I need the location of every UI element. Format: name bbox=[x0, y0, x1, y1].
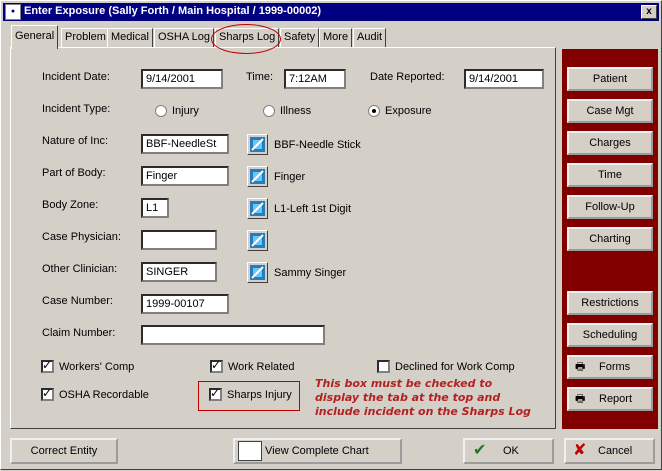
declined-work-comp-label: Declined for Work Comp bbox=[395, 361, 515, 373]
part-of-body-description: Finger bbox=[274, 171, 306, 183]
part-of-body-label: Part of Body: bbox=[42, 167, 106, 179]
nature-of-inc-description: BBF-Needle Stick bbox=[274, 139, 361, 151]
body-zone-label: Body Zone: bbox=[42, 199, 99, 211]
exposure-radio-label: Exposure bbox=[385, 105, 432, 117]
work-related-label: Work Related bbox=[228, 361, 295, 373]
incident-type-label: Incident Type: bbox=[42, 103, 111, 115]
body-zone-field[interactable]: L1 bbox=[141, 198, 169, 218]
injury-radio-label: Injury bbox=[172, 105, 199, 117]
sharps-injury-checkbox[interactable]: ✓ bbox=[209, 386, 222, 401]
lookup-icon bbox=[250, 137, 265, 152]
time-field[interactable]: 7:12AM bbox=[284, 69, 346, 89]
form-layer: Incident Date: 9/14/2001 Time: 7:12AM Da… bbox=[1, 1, 662, 471]
lookup-icon bbox=[250, 265, 265, 280]
time-label: Time: bbox=[246, 71, 274, 83]
case-physician-lookup-button[interactable] bbox=[247, 230, 268, 251]
body-zone-lookup-button[interactable] bbox=[247, 198, 268, 219]
nature-of-inc-label: Nature of Inc: bbox=[42, 135, 109, 147]
enter-exposure-window: ● Enter Exposure (Sally Forth / Main Hos… bbox=[0, 0, 662, 470]
check-mark-icon: ✓ bbox=[211, 358, 222, 372]
sharps-injury-annotation: This box must be checked to display the … bbox=[315, 377, 555, 419]
radio-selected-dot bbox=[372, 109, 376, 113]
exposure-radio[interactable] bbox=[368, 105, 380, 117]
annotation-line-2: display the tab at the top and bbox=[315, 391, 501, 404]
case-number-label: Case Number: bbox=[42, 295, 113, 307]
lookup-icon bbox=[250, 233, 265, 248]
workers-comp-checkbox[interactable]: ✓ bbox=[41, 358, 54, 373]
other-clinician-field[interactable]: SINGER bbox=[141, 262, 217, 282]
sharps-log-tab-highlight bbox=[211, 24, 281, 54]
other-clinician-description: Sammy Singer bbox=[274, 267, 347, 279]
part-of-body-lookup-button[interactable] bbox=[247, 166, 268, 187]
other-clinician-lookup-button[interactable] bbox=[247, 262, 268, 283]
illness-radio-label: Illness bbox=[280, 105, 312, 117]
other-clinician-label: Other Clinician: bbox=[42, 263, 118, 275]
workers-comp-label: Workers' Comp bbox=[59, 361, 135, 373]
part-of-body-field[interactable]: Finger bbox=[141, 166, 229, 186]
incident-date-label: Incident Date: bbox=[42, 71, 110, 83]
nature-of-inc-lookup-button[interactable] bbox=[247, 134, 268, 155]
check-mark-icon: ✓ bbox=[42, 358, 53, 372]
declined-work-comp-checkbox[interactable] bbox=[377, 360, 390, 373]
case-number-field[interactable]: 1999-00107 bbox=[141, 294, 229, 314]
work-related-checkbox[interactable]: ✓ bbox=[210, 358, 223, 373]
claim-number-field[interactable] bbox=[141, 325, 325, 345]
case-physician-label: Case Physician: bbox=[42, 231, 121, 243]
nature-of-inc-field[interactable]: BBF-NeedleSt bbox=[141, 134, 229, 154]
date-reported-label: Date Reported: bbox=[370, 71, 445, 83]
illness-radio[interactable] bbox=[263, 105, 275, 117]
injury-radio[interactable] bbox=[155, 105, 167, 117]
osha-recordable-label: OSHA Recordable bbox=[59, 389, 149, 401]
incident-date-field[interactable]: 9/14/2001 bbox=[141, 69, 223, 89]
annotation-line-1: This box must be checked to bbox=[315, 377, 493, 390]
lookup-icon bbox=[250, 169, 265, 184]
osha-recordable-checkbox[interactable]: ✓ bbox=[41, 386, 54, 401]
lookup-icon bbox=[250, 201, 265, 216]
annotation-line-3: include incident on the Sharps Log bbox=[315, 405, 531, 418]
sharps-injury-label: Sharps Injury bbox=[227, 389, 292, 401]
case-physician-field[interactable] bbox=[141, 230, 217, 250]
claim-number-label: Claim Number: bbox=[42, 327, 116, 339]
body-zone-description: L1-Left 1st Digit bbox=[274, 203, 352, 215]
check-mark-icon: ✓ bbox=[210, 386, 221, 400]
check-mark-icon: ✓ bbox=[42, 386, 53, 400]
date-reported-field[interactable]: 9/14/2001 bbox=[464, 69, 544, 89]
